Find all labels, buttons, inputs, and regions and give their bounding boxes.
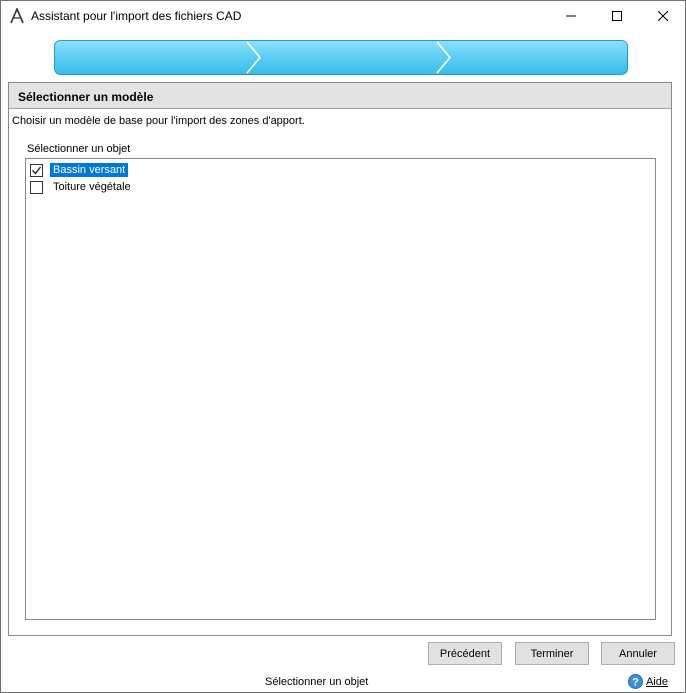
list-item[interactable]: Toiture végétale [30,179,134,195]
item-checkbox[interactable] [30,163,43,177]
minimize-icon [566,10,576,24]
main-panel: Sélectionner un modèle Choisir un modèle… [8,82,672,636]
item-checkbox[interactable] [30,180,43,194]
list-item[interactable]: Bassin versant [30,162,129,178]
maximize-button[interactable] [594,1,640,32]
help-label[interactable]: Aide [646,676,668,688]
cad-a-icon [9,6,25,24]
status-text: Sélectionner un objet [265,676,369,688]
item-label[interactable]: Toiture végétale [50,180,134,194]
previous-button[interactable]: Précédent [428,642,502,665]
title-bar: Assistant pour l'import des fichiers CAD [1,1,685,32]
list-caption: Sélectionner un objet [27,143,131,155]
window-title: Assistant pour l'import des fichiers CAD [31,9,242,23]
svg-text:?: ? [632,677,639,689]
wizard-window: Assistant pour l'import des fichiers CAD [0,0,686,693]
close-icon [657,10,669,24]
section-header: Sélectionner un modèle [9,83,671,109]
object-list[interactable]: Bassin versant Toiture végétale [25,158,656,620]
progress-banner [54,40,628,75]
finish-button[interactable]: Terminer [515,642,589,665]
section-title: Sélectionner un modèle [18,90,154,104]
minimize-button[interactable] [548,1,594,32]
cancel-button[interactable]: Annuler [601,642,675,665]
checkmark-icon [32,166,42,175]
maximize-icon [612,10,622,24]
section-description: Choisir un modèle de base pour l'import … [12,115,305,127]
close-button[interactable] [640,1,686,32]
help-link[interactable]: ? Aide [628,674,668,689]
help-icon: ? [628,674,643,689]
item-label[interactable]: Bassin versant [50,163,129,177]
